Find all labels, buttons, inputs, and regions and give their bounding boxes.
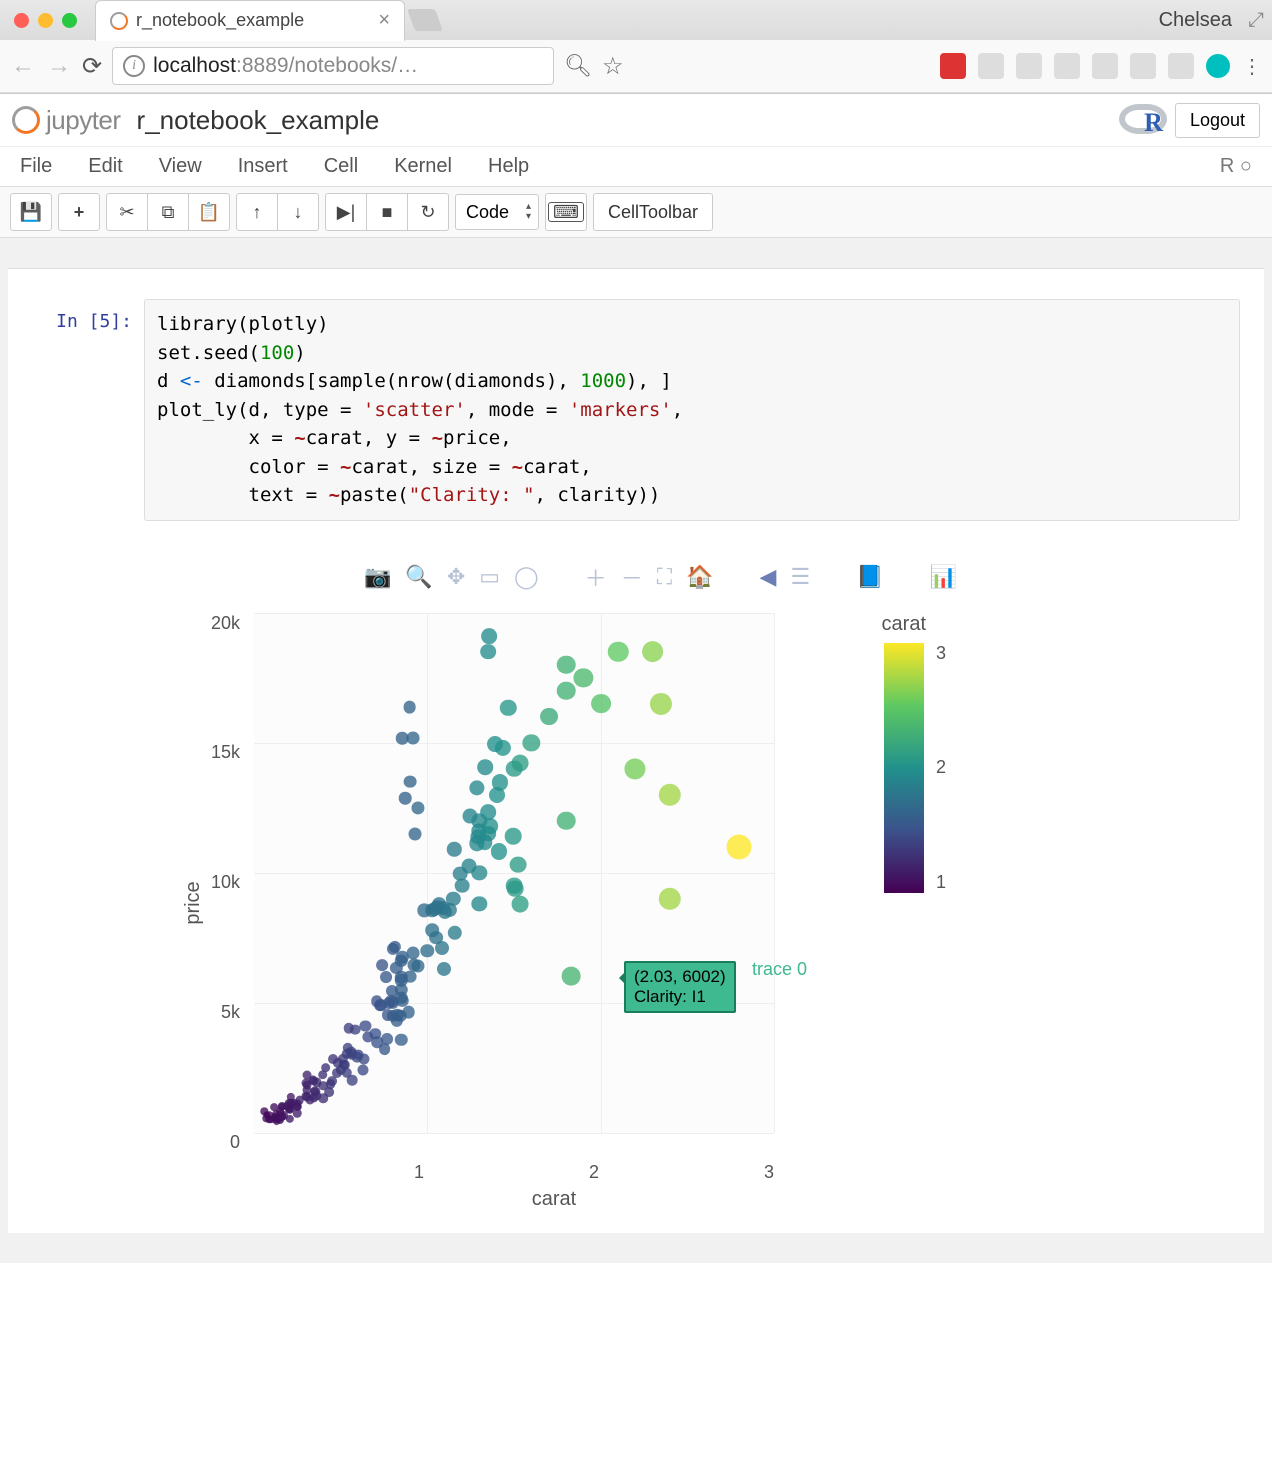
x-axis-ticks: 1 2 3 <box>254 1162 774 1183</box>
browser-user[interactable]: Chelsea <box>1159 9 1238 32</box>
url-port: :8889 <box>236 54 289 78</box>
extension-icon[interactable] <box>1092 53 1118 79</box>
box-select-icon[interactable]: ▭ <box>479 564 500 590</box>
colorbar-ticks: 3 2 1 <box>936 643 946 893</box>
colorbar <box>884 643 924 893</box>
zoom-icon[interactable]: 🔍 <box>405 564 432 590</box>
ublock-extension-icon[interactable] <box>940 53 966 79</box>
menu-kernel[interactable]: Kernel <box>394 155 452 178</box>
extension-icon[interactable] <box>1130 53 1156 79</box>
y-axis-ticks: 20k 15k 10k 5k 0 <box>200 613 240 1153</box>
trace-label: trace 0 <box>752 959 807 980</box>
camera-icon[interactable]: 📷 <box>364 564 391 590</box>
jupyter-logo[interactable]: jupyter <box>12 105 121 136</box>
close-window-icon[interactable] <box>14 13 29 28</box>
code-cell[interactable]: In [5]: library(plotly) set.seed(100) d … <box>32 299 1240 521</box>
expand-icon[interactable]: ⤢ <box>1248 9 1264 32</box>
run-button[interactable]: ▶| <box>325 193 367 231</box>
menu-cell[interactable]: Cell <box>324 155 358 178</box>
menu-insert[interactable]: Insert <box>238 155 288 178</box>
profile-avatar-icon[interactable] <box>1206 54 1230 78</box>
plotly-logo-icon[interactable]: 📘 <box>856 564 883 590</box>
lasso-icon[interactable]: ◯ <box>514 564 539 590</box>
cell-toolbar-button[interactable]: CellToolbar <box>593 193 713 231</box>
window-controls <box>8 13 77 28</box>
move-up-button[interactable]: ↑ <box>236 193 278 231</box>
jupyter-brand-text: jupyter <box>46 105 121 136</box>
move-down-button[interactable]: ↓ <box>278 193 319 231</box>
scatter-points <box>254 613 774 1133</box>
insert-cell-button[interactable]: + <box>58 193 100 231</box>
tab-title: r_notebook_example <box>136 10 304 31</box>
pan-icon[interactable]: ✥ <box>447 564 465 590</box>
forward-button: → <box>46 52 72 80</box>
jupyter-favicon-icon <box>110 12 128 30</box>
copy-button[interactable]: ⧉ <box>148 193 189 231</box>
reset-axes-icon[interactable]: 🏠 <box>686 564 713 590</box>
x-axis-title: carat <box>532 1188 576 1211</box>
jupyter-logo-icon <box>12 106 40 134</box>
url-host: localhost <box>153 54 236 78</box>
toolbar: 💾 + ✂ ⧉ 📋 ↑ ↓ ▶| ■ ↻ Code CellToolbar <box>0 187 1272 238</box>
jupyter-header: jupyter r_notebook_example R Logout <box>0 94 1272 147</box>
code-editor[interactable]: library(plotly) set.seed(100) d <- diamo… <box>144 299 1240 521</box>
autoscale-icon[interactable]: ⛶ <box>657 564 672 590</box>
output-area: 📷 🔍 ✥ ▭ ◯ ＋ － ⛶ 🏠 ◀ ☰ 📘 📊 <box>144 561 1240 1203</box>
site-info-icon[interactable]: i <box>123 55 145 77</box>
browser-chrome: r_notebook_example × Chelsea ⤢ ← → ⟳ i l… <box>0 0 1272 94</box>
extension-icon[interactable] <box>1054 53 1080 79</box>
save-button[interactable]: 💾 <box>10 193 52 231</box>
zoom-out-icon[interactable]: － <box>621 561 643 593</box>
url-path: /notebooks/… <box>289 54 419 78</box>
notebook-area: In [5]: library(plotly) set.seed(100) d … <box>0 238 1272 1263</box>
colorbar-title: carat <box>882 613 926 636</box>
plotly-modebar: 📷 🔍 ✥ ▭ ◯ ＋ － ⛶ 🏠 ◀ ☰ 📘 📊 <box>144 561 1240 593</box>
paste-button[interactable]: 📋 <box>189 193 230 231</box>
plotly-bars-icon[interactable]: 📊 <box>930 564 957 590</box>
back-button[interactable]: ← <box>10 52 36 80</box>
restart-button[interactable]: ↻ <box>408 193 449 231</box>
logout-button[interactable]: Logout <box>1175 103 1260 138</box>
menu-help[interactable]: Help <box>488 155 529 178</box>
interrupt-button[interactable]: ■ <box>367 193 408 231</box>
address-bar[interactable]: i localhost:8889/notebooks/… <box>112 47 554 85</box>
reload-button[interactable]: ⟳ <box>82 52 102 81</box>
zoom-in-icon[interactable]: ＋ <box>585 561 607 593</box>
notebook-name[interactable]: r_notebook_example <box>137 105 380 136</box>
minimize-window-icon[interactable] <box>38 13 53 28</box>
cut-button[interactable]: ✂ <box>106 193 148 231</box>
hover-compare-icon[interactable]: ☰ <box>790 564 810 590</box>
browser-tab[interactable]: r_notebook_example × <box>95 0 405 41</box>
spike-toggle-icon[interactable]: ◀ <box>760 564 777 590</box>
command-palette-button[interactable] <box>545 193 587 231</box>
hover-tooltip: (2.03, 6002) Clarity: I1 <box>624 961 736 1013</box>
extension-icon[interactable] <box>978 53 1004 79</box>
extension-icon[interactable] <box>1168 53 1194 79</box>
new-tab-button[interactable] <box>407 9 443 31</box>
menubar: File Edit View Insert Cell Kernel Help R… <box>0 147 1272 187</box>
menu-dots-icon[interactable]: ⋮ <box>1242 54 1262 79</box>
plotly-chart[interactable]: price 20k 15k 10k 5k 0 1 2 3 carat (2.03… <box>144 603 964 1203</box>
search-icon[interactable]: 🔍︎ <box>564 53 592 79</box>
zoom-window-icon[interactable] <box>62 13 77 28</box>
menu-view[interactable]: View <box>159 155 202 178</box>
extension-icon[interactable] <box>1016 53 1042 79</box>
cell-type-select[interactable]: Code <box>455 194 539 230</box>
bookmark-star-icon[interactable]: ☆ <box>602 52 624 81</box>
menu-edit[interactable]: Edit <box>88 155 122 178</box>
r-kernel-logo-icon: R <box>1119 102 1167 138</box>
menu-file[interactable]: File <box>20 155 52 178</box>
input-prompt: In [5]: <box>32 299 132 521</box>
close-tab-icon[interactable]: × <box>364 9 390 32</box>
kernel-indicator: R ○ <box>1220 155 1252 178</box>
